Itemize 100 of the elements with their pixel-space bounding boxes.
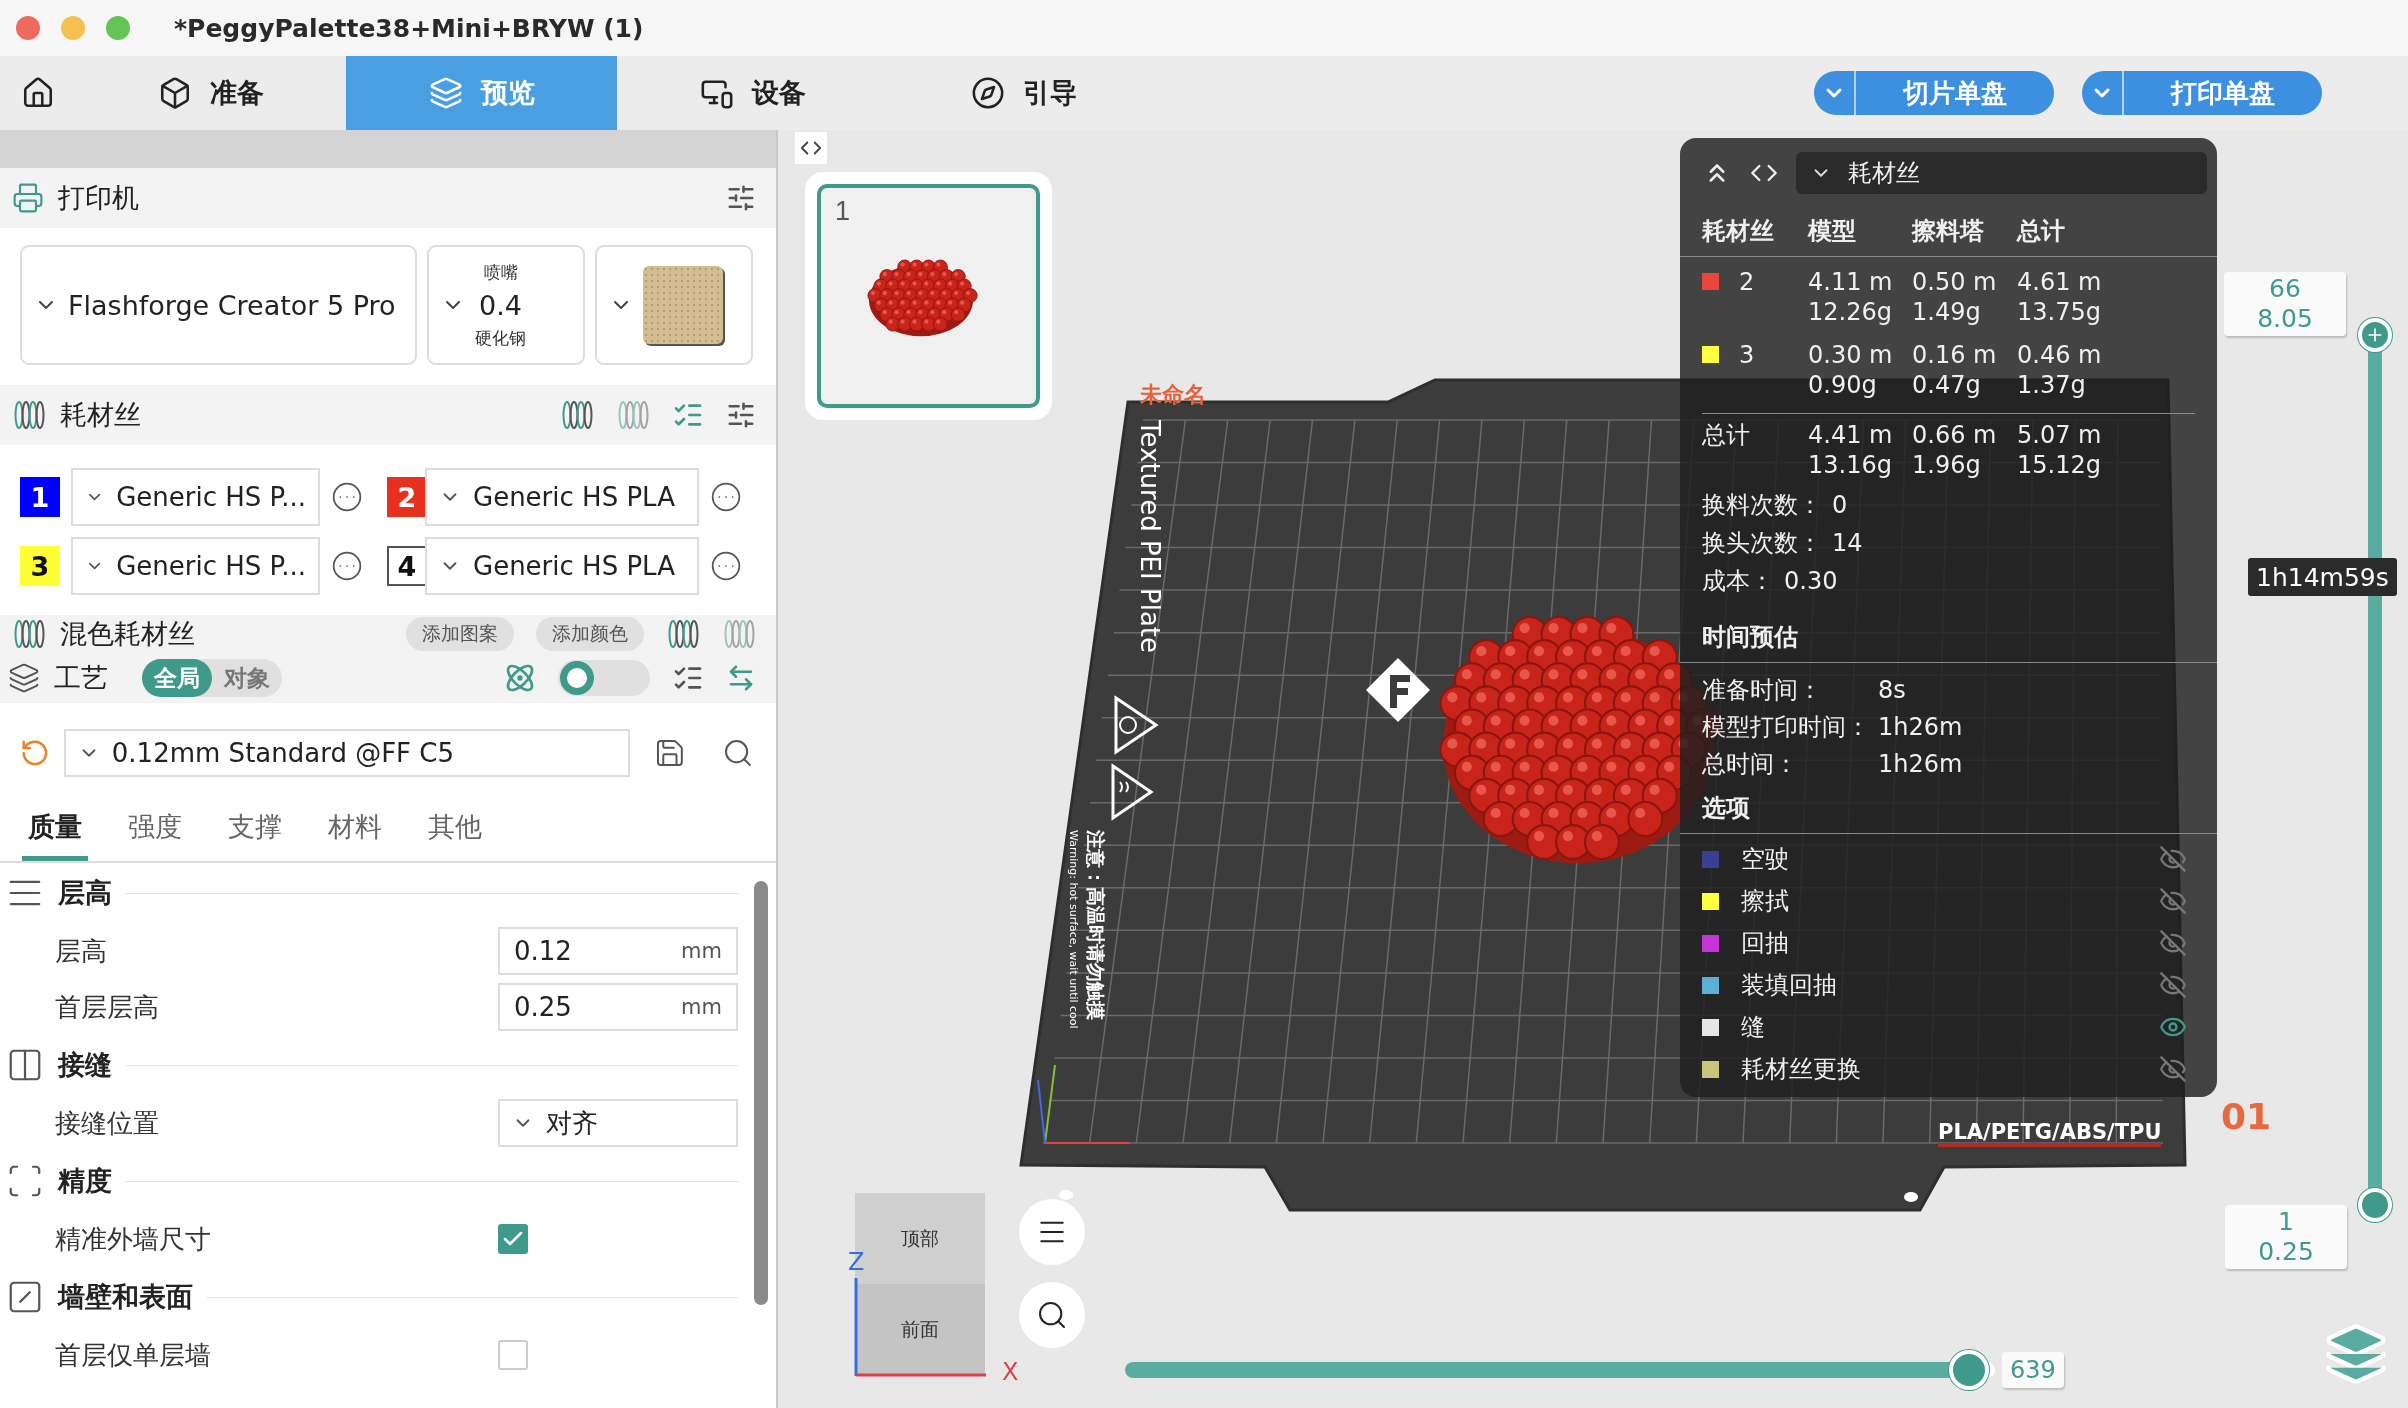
lower-thumb[interactable]	[2358, 1188, 2392, 1222]
preset-select[interactable]: 0.12mm Standard @FF C5	[63, 729, 631, 777]
plate-number: 01	[2221, 1096, 2272, 1137]
printer-select[interactable]: Flashforge Creator 5 Pro	[20, 245, 417, 365]
expand-button[interactable]	[795, 132, 827, 164]
legend-label: 装填回抽	[1741, 970, 1837, 1000]
group-title: 精度	[58, 1164, 112, 1198]
stat-label: 准备时间：	[1702, 675, 1823, 705]
section-title: 工艺	[54, 661, 108, 695]
settings-tab[interactable]: 质量	[22, 791, 88, 861]
section-title: 打印机	[58, 181, 139, 215]
more-icon[interactable]	[710, 481, 742, 513]
column-header: 模型	[1808, 216, 1857, 246]
setting-label: 精准外墙尺寸	[55, 1222, 211, 1256]
legend-label: 耗材丝更换	[1741, 1054, 1861, 1084]
hidden-icon[interactable]	[2159, 845, 2187, 873]
column-header: 耗材丝	[1702, 216, 1775, 246]
more-icon[interactable]	[331, 481, 363, 513]
remove-filament-icon	[666, 619, 700, 649]
atom-icon[interactable]	[504, 662, 536, 694]
close-window-button[interactable]	[16, 16, 40, 40]
table-cell-text: 4.41 m	[1808, 420, 1894, 450]
filament-select[interactable]: Generic HS PLA	[425, 468, 699, 526]
nav-tab[interactable]: 引导	[888, 56, 1159, 130]
filament-select[interactable]: Generic HS P...	[71, 468, 320, 526]
checkbox[interactable]	[498, 1224, 528, 1254]
move-thumb[interactable]	[1948, 1350, 1989, 1390]
layers-icon	[428, 76, 463, 110]
section-title: 混色耗材丝	[60, 617, 195, 651]
table-cell-text: 4.61 m	[2017, 267, 2103, 297]
mode-switch[interactable]	[558, 660, 650, 696]
table-cell-text: 1.96g	[1912, 450, 1982, 480]
nav-tab[interactable]: 准备	[75, 56, 346, 130]
table-cell-text: 13.75g	[2017, 297, 2102, 327]
hidden-icon[interactable]	[2159, 887, 2187, 915]
axis-label: X	[1002, 1358, 1019, 1386]
logo-icon	[1366, 658, 1430, 722]
spool-icon	[12, 400, 46, 430]
stat-value: 1h26m	[1878, 712, 1964, 742]
table-cell-text: 12.26g	[1808, 297, 1893, 327]
stat-value: 0	[1832, 490, 1848, 520]
legend-label: 擦拭	[1741, 886, 1789, 916]
group-title: 层高	[58, 876, 112, 910]
stat-value: 8s	[1878, 675, 1907, 705]
more-icon[interactable]	[710, 550, 742, 582]
table-cell-text: 15.12g	[2017, 450, 2102, 480]
warning-text: Warning: hot surface, wait until cool	[1067, 830, 1080, 1029]
hidden-icon[interactable]	[2159, 929, 2187, 957]
table-cell-text: 0.90g	[1808, 370, 1878, 400]
stat-label: 换头次数：	[1702, 528, 1822, 558]
plate-type-text: Textured PEI Plate	[1135, 420, 1165, 653]
search-icon[interactable]	[722, 737, 754, 769]
number-field[interactable]: 0.25 mm	[498, 983, 738, 1031]
hidden-icon[interactable]	[2159, 971, 2187, 999]
number-field[interactable]: 0.12 mm	[498, 927, 738, 975]
plate-thumbnail[interactable]: 1	[817, 184, 1040, 408]
table-cell-text: 1.37g	[2017, 370, 2087, 400]
nozzle-select[interactable]: 喷嘴 0.4 硬化钢	[427, 245, 585, 365]
setting-label: 首层仅单层墙	[55, 1338, 211, 1372]
plate-type-select[interactable]	[595, 245, 753, 365]
settings-tab[interactable]: 强度	[122, 791, 188, 861]
spool-icon	[12, 619, 46, 649]
settings-tab[interactable]: 其他	[422, 791, 488, 861]
reset-icon[interactable]	[20, 738, 50, 768]
stat-value: 0.30	[1784, 566, 1838, 596]
settings-icon[interactable]	[726, 183, 756, 213]
table-cell-text: 0.66 m	[1912, 420, 1998, 450]
filament-number: 1	[20, 477, 60, 517]
settings-icon[interactable]	[726, 400, 756, 430]
legend-label: 缝	[1741, 1012, 1765, 1042]
setting-label: 层高	[55, 934, 107, 968]
table-cell-text: 0.47g	[1912, 370, 1982, 400]
table-cell-text: 0.50 m	[1912, 267, 1998, 297]
checkbox[interactable]	[498, 1340, 528, 1370]
table-cell-text: 5.07 m	[2017, 420, 2103, 450]
textured-plate-icon	[643, 266, 723, 344]
setting-label: 接缝位置	[55, 1106, 159, 1140]
scrollbar[interactable]	[754, 881, 768, 1305]
filament-select[interactable]: Generic HS PLA	[425, 537, 699, 595]
nav-tab[interactable]: 设备	[617, 56, 888, 130]
filament-select[interactable]: Generic HS P...	[71, 537, 320, 595]
layers-icon	[2323, 1321, 2389, 1387]
table-cell-text: 总计	[1702, 420, 1751, 451]
more-icon[interactable]	[331, 550, 363, 582]
table-cell: 3	[1739, 340, 1755, 370]
window-title: *PeggyPalette38+Mini+BRYW (1)	[174, 13, 644, 43]
lower-layer-label: 1 0.25	[2225, 1205, 2347, 1269]
hidden-icon[interactable]	[2159, 1055, 2187, 1083]
group-title: 墙壁和表面	[58, 1280, 193, 1314]
move-value: 639	[2002, 1352, 2064, 1388]
zoom-window-button[interactable]	[106, 16, 130, 40]
settings-tab[interactable]: 材料	[322, 791, 388, 861]
add-button[interactable]: 添加图案	[406, 617, 514, 651]
view-select[interactable]: 耗材丝	[1796, 152, 2207, 194]
stat-value: 1h26m	[1878, 749, 1964, 779]
add-button[interactable]: 添加颜色	[536, 617, 644, 651]
section-title: 耗材丝	[60, 398, 141, 432]
upper-thumb[interactable]	[2358, 318, 2392, 352]
settings-tab[interactable]: 支撑	[222, 791, 288, 861]
seam-select[interactable]: 对齐	[498, 1099, 738, 1147]
